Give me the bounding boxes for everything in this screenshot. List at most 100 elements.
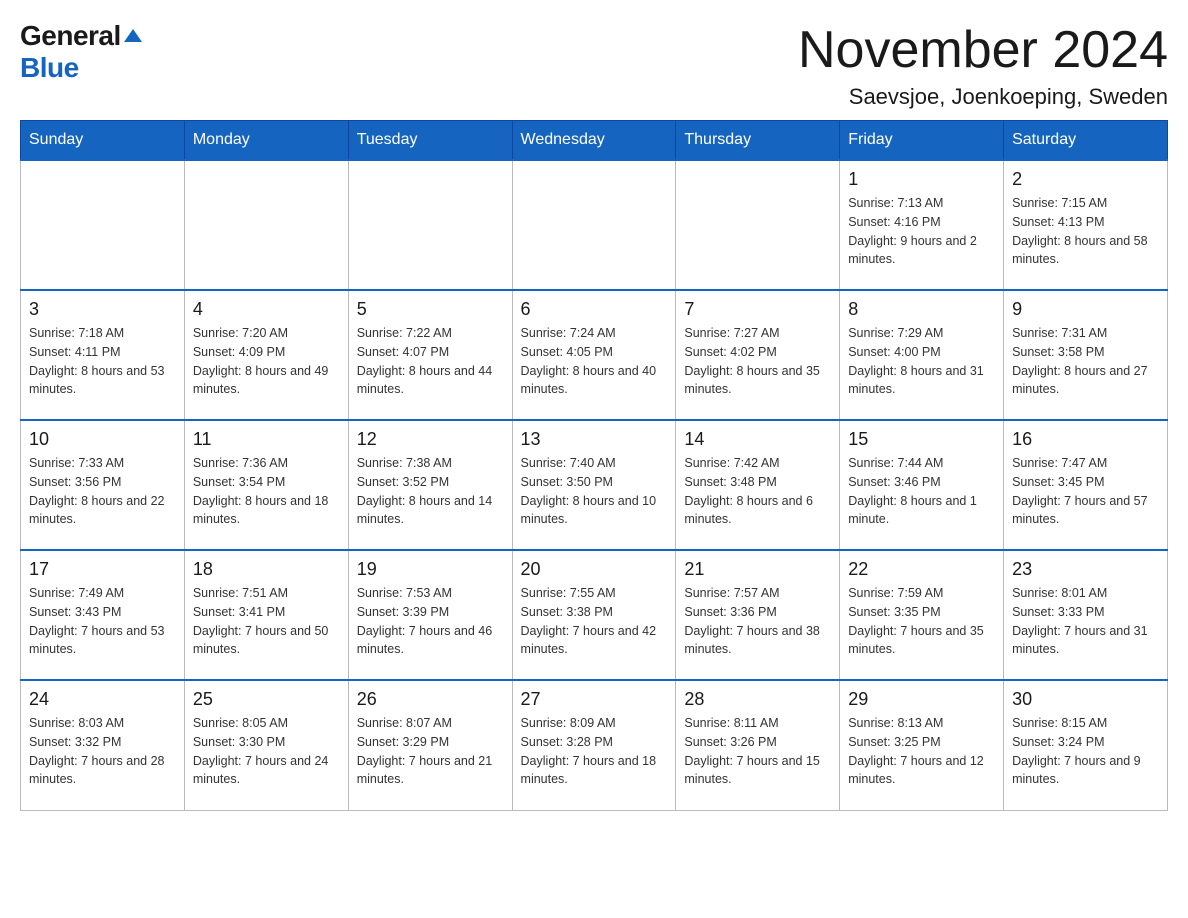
- day-number: 28: [684, 689, 831, 710]
- day-info: Sunrise: 8:09 AMSunset: 3:28 PMDaylight:…: [521, 714, 668, 789]
- day-number: 13: [521, 429, 668, 450]
- day-number: 20: [521, 559, 668, 580]
- title-area: November 2024 Saevsjoe, Joenkoeping, Swe…: [798, 20, 1168, 110]
- calendar-cell: 14Sunrise: 7:42 AMSunset: 3:48 PMDayligh…: [676, 420, 840, 550]
- logo-general-text: General: [20, 20, 121, 52]
- day-info: Sunrise: 7:18 AMSunset: 4:11 PMDaylight:…: [29, 324, 176, 399]
- day-info: Sunrise: 7:40 AMSunset: 3:50 PMDaylight:…: [521, 454, 668, 529]
- logo-blue-text: Blue: [20, 52, 79, 83]
- calendar-cell: 13 Sunrise: 7:40 AMSunset: 3:50 PMDayligh…: [512, 420, 676, 550]
- day-info: Sunrise: 7:22 AMSunset: 4:07 PMDaylight:…: [357, 324, 504, 399]
- day-number: 18: [193, 559, 340, 580]
- day-info: Sunrise: 7:51 AMSunset: 3:41 PMDaylight:…: [193, 584, 340, 659]
- day-number: 15: [848, 429, 995, 450]
- calendar-cell: 27 Sunrise: 8:09 AMSunset: 3:28 PMDayligh…: [512, 680, 676, 810]
- day-number: 24: [29, 689, 176, 710]
- weekday-header-thursday: Thursday: [676, 121, 840, 161]
- weekday-header-tuesday: Tuesday: [348, 121, 512, 161]
- day-info: Sunrise: 7:15 AMSunset: 4:13 PMDaylight:…: [1012, 194, 1159, 269]
- day-number: 26: [357, 689, 504, 710]
- day-number: 27: [521, 689, 668, 710]
- calendar-cell: 10Sunrise: 7:33 AMSunset: 3:56 PMDayligh…: [21, 420, 185, 550]
- calendar-cell: 16 Sunrise: 7:47 AMSunset: 3:45 PMDayligh…: [1004, 420, 1168, 550]
- location-subtitle: Saevsjoe, Joenkoeping, Sweden: [798, 84, 1168, 110]
- day-info: Sunrise: 8:01 AMSunset: 3:33 PMDaylight:…: [1012, 584, 1159, 659]
- day-info: Sunrise: 7:49 AMSunset: 3:43 PMDaylight:…: [29, 584, 176, 659]
- calendar-cell: 30Sunrise: 8:15 AMSunset: 3:24 PMDayligh…: [1004, 680, 1168, 810]
- calendar-cell: 22 Sunrise: 7:59 AMSunset: 3:35 PMDayligh…: [840, 550, 1004, 680]
- logo: General Blue: [20, 20, 142, 84]
- calendar-cell: 8 Sunrise: 7:29 AMSunset: 4:00 PMDaylight…: [840, 290, 1004, 420]
- day-number: 8: [848, 299, 995, 320]
- weekday-header-friday: Friday: [840, 121, 1004, 161]
- day-number: 12: [357, 429, 504, 450]
- day-info: Sunrise: 8:07 AMSunset: 3:29 PMDaylight:…: [357, 714, 504, 789]
- day-info: Sunrise: 7:57 AMSunset: 3:36 PMDaylight:…: [684, 584, 831, 659]
- logo-triangle-icon: [124, 29, 133, 42]
- calendar-header-row: SundayMondayTuesdayWednesdayThursdayFrid…: [21, 121, 1168, 161]
- calendar-cell: 17Sunrise: 7:49 AMSunset: 3:43 PMDayligh…: [21, 550, 185, 680]
- day-number: 1: [848, 169, 995, 190]
- day-number: 7: [684, 299, 831, 320]
- calendar-cell: [512, 160, 676, 290]
- calendar-cell: 21 Sunrise: 7:57 AMSunset: 3:36 PMDayligh…: [676, 550, 840, 680]
- calendar-cell: 26 Sunrise: 8:07 AMSunset: 3:29 PMDayligh…: [348, 680, 512, 810]
- calendar-cell: 19 Sunrise: 7:53 AMSunset: 3:39 PMDayligh…: [348, 550, 512, 680]
- day-info: Sunrise: 8:03 AMSunset: 3:32 PMDaylight:…: [29, 714, 176, 789]
- calendar-cell: 25Sunrise: 8:05 AMSunset: 3:30 PMDayligh…: [184, 680, 348, 810]
- calendar-cell: 20 Sunrise: 7:55 AMSunset: 3:38 PMDayligh…: [512, 550, 676, 680]
- day-info: Sunrise: 7:24 AMSunset: 4:05 PMDaylight:…: [521, 324, 668, 399]
- calendar-week-1: 1 Sunrise: 7:13 AMSunset: 4:16 PMDaylight…: [21, 160, 1168, 290]
- day-info: Sunrise: 7:53 AMSunset: 3:39 PMDaylight:…: [357, 584, 504, 659]
- calendar-week-2: 3 Sunrise: 7:18 AMSunset: 4:11 PMDaylight…: [21, 290, 1168, 420]
- day-number: 16: [1012, 429, 1159, 450]
- day-info: Sunrise: 7:59 AMSunset: 3:35 PMDaylight:…: [848, 584, 995, 659]
- calendar-cell: 7Sunrise: 7:27 AMSunset: 4:02 PMDaylight…: [676, 290, 840, 420]
- calendar-cell: 9 Sunrise: 7:31 AMSunset: 3:58 PMDaylight…: [1004, 290, 1168, 420]
- day-number: 22: [848, 559, 995, 580]
- day-info: Sunrise: 7:47 AMSunset: 3:45 PMDaylight:…: [1012, 454, 1159, 529]
- calendar-cell: [348, 160, 512, 290]
- day-info: Sunrise: 7:31 AMSunset: 3:58 PMDaylight:…: [1012, 324, 1159, 399]
- day-info: Sunrise: 7:20 AMSunset: 4:09 PMDaylight:…: [193, 324, 340, 399]
- calendar-cell: 1 Sunrise: 7:13 AMSunset: 4:16 PMDaylight…: [840, 160, 1004, 290]
- calendar-cell: 12 Sunrise: 7:38 AMSunset: 3:52 PMDayligh…: [348, 420, 512, 550]
- weekday-header-sunday: Sunday: [21, 121, 185, 161]
- day-info: Sunrise: 7:13 AMSunset: 4:16 PMDaylight:…: [848, 194, 995, 269]
- day-number: 11: [193, 429, 340, 450]
- calendar-cell: [21, 160, 185, 290]
- calendar-week-5: 24 Sunrise: 8:03 AMSunset: 3:32 PMDayligh…: [21, 680, 1168, 810]
- calendar-cell: 24 Sunrise: 8:03 AMSunset: 3:32 PMDayligh…: [21, 680, 185, 810]
- day-info: Sunrise: 7:42 AMSunset: 3:48 PMDaylight:…: [684, 454, 831, 529]
- calendar-cell: 28 Sunrise: 8:11 AMSunset: 3:26 PMDayligh…: [676, 680, 840, 810]
- calendar-week-3: 10Sunrise: 7:33 AMSunset: 3:56 PMDayligh…: [21, 420, 1168, 550]
- day-number: 5: [357, 299, 504, 320]
- calendar-cell: 5 Sunrise: 7:22 AMSunset: 4:07 PMDaylight…: [348, 290, 512, 420]
- weekday-header-wednesday: Wednesday: [512, 121, 676, 161]
- day-number: 19: [357, 559, 504, 580]
- calendar-table: SundayMondayTuesdayWednesdayThursdayFrid…: [20, 120, 1168, 811]
- calendar-cell: 18 Sunrise: 7:51 AMSunset: 3:41 PMDayligh…: [184, 550, 348, 680]
- calendar-cell: [676, 160, 840, 290]
- calendar-cell: 11 Sunrise: 7:36 AMSunset: 3:54 PMDayligh…: [184, 420, 348, 550]
- day-info: Sunrise: 7:29 AMSunset: 4:00 PMDaylight:…: [848, 324, 995, 399]
- calendar-cell: 4 Sunrise: 7:20 AMSunset: 4:09 PMDaylight…: [184, 290, 348, 420]
- calendar-cell: 23 Sunrise: 8:01 AMSunset: 3:33 PMDayligh…: [1004, 550, 1168, 680]
- day-number: 3: [29, 299, 176, 320]
- day-number: 9: [1012, 299, 1159, 320]
- day-info: Sunrise: 7:38 AMSunset: 3:52 PMDaylight:…: [357, 454, 504, 529]
- day-info: Sunrise: 7:55 AMSunset: 3:38 PMDaylight:…: [521, 584, 668, 659]
- day-number: 30: [1012, 689, 1159, 710]
- calendar-cell: 3 Sunrise: 7:18 AMSunset: 4:11 PMDaylight…: [21, 290, 185, 420]
- day-number: 23: [1012, 559, 1159, 580]
- calendar-week-4: 17Sunrise: 7:49 AMSunset: 3:43 PMDayligh…: [21, 550, 1168, 680]
- calendar-cell: 6Sunrise: 7:24 AMSunset: 4:05 PMDaylight…: [512, 290, 676, 420]
- day-number: 4: [193, 299, 340, 320]
- day-info: Sunrise: 7:44 AMSunset: 3:46 PMDaylight:…: [848, 454, 995, 529]
- calendar-cell: 2 Sunrise: 7:15 AMSunset: 4:13 PMDaylight…: [1004, 160, 1168, 290]
- day-number: 21: [684, 559, 831, 580]
- weekday-header-saturday: Saturday: [1004, 121, 1168, 161]
- day-info: Sunrise: 7:36 AMSunset: 3:54 PMDaylight:…: [193, 454, 340, 529]
- day-info: Sunrise: 8:11 AMSunset: 3:26 PMDaylight:…: [684, 714, 831, 789]
- day-number: 2: [1012, 169, 1159, 190]
